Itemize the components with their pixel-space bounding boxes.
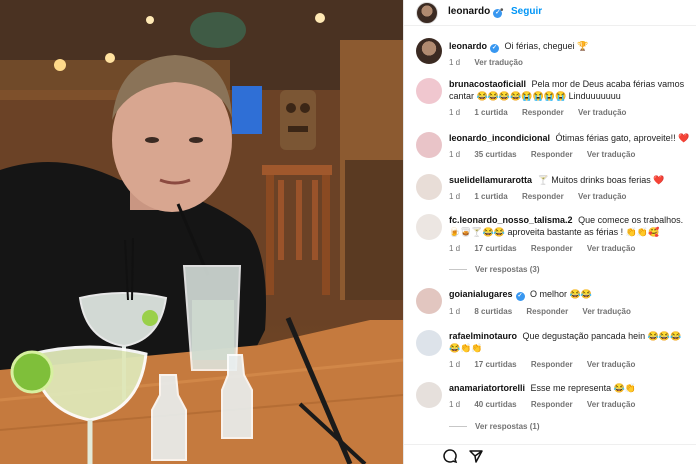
reply-button[interactable]: Responder bbox=[531, 400, 573, 409]
post-photo bbox=[0, 0, 403, 464]
post-header: leonardo ✓ • Seguir bbox=[404, 0, 696, 26]
reply-button[interactable]: Responder bbox=[522, 192, 564, 201]
avatar[interactable] bbox=[416, 214, 442, 240]
comment-username[interactable]: brunacostaoficiall bbox=[449, 79, 526, 89]
avatar[interactable] bbox=[416, 2, 438, 24]
likes-count[interactable]: 1 curtida bbox=[474, 108, 507, 117]
likes-count[interactable]: 40 curtidas bbox=[474, 400, 516, 409]
light-bulb bbox=[105, 53, 115, 63]
comment-text: 🍸 Muitos drinks boas ferias ❤️ bbox=[537, 175, 665, 185]
header-username[interactable]: leonardo ✓ bbox=[448, 6, 503, 18]
avatar[interactable] bbox=[416, 78, 442, 104]
translate-button[interactable]: Ver tradução bbox=[587, 360, 635, 369]
verified-badge-icon: ✓ bbox=[490, 44, 500, 53]
caption-time: 1 d bbox=[449, 58, 461, 67]
comment-time: 1 d bbox=[449, 192, 461, 201]
avatar[interactable] bbox=[416, 174, 442, 200]
comment-username[interactable]: anamariatortorelli bbox=[449, 383, 525, 393]
replies-line bbox=[449, 269, 467, 271]
avatar[interactable] bbox=[416, 38, 442, 64]
comment-icon[interactable] bbox=[442, 448, 458, 464]
comment-text: O melhor 😂😂 bbox=[530, 289, 592, 299]
reply-button[interactable]: Responder bbox=[526, 307, 568, 316]
comment-time: 1 d bbox=[449, 307, 461, 316]
caption-username[interactable]: leonardo ✓ bbox=[449, 41, 500, 53]
translate-button[interactable]: Ver tradução bbox=[578, 192, 626, 201]
separator-dot: • bbox=[500, 5, 504, 16]
view-replies-button[interactable]: Ver respostas (3) bbox=[449, 265, 539, 274]
wall-sign bbox=[190, 12, 246, 48]
avatar[interactable] bbox=[416, 382, 442, 408]
comment-username[interactable]: leonardo_incondicional bbox=[449, 133, 550, 143]
avatar[interactable] bbox=[416, 330, 442, 356]
reply-button[interactable]: Responder bbox=[531, 244, 573, 253]
translate-button[interactable]: Ver tradução bbox=[587, 400, 635, 409]
reply-button[interactable]: Responder bbox=[531, 360, 573, 369]
comment-username[interactable]: fc.leonardo_nosso_talisma.2 bbox=[449, 215, 573, 225]
likes-count[interactable]: 35 curtidas bbox=[474, 150, 516, 159]
translate-button[interactable]: Ver tradução bbox=[578, 108, 626, 117]
translate-button[interactable]: Ver tradução bbox=[474, 58, 522, 67]
replies-line bbox=[449, 426, 467, 428]
view-replies-button[interactable]: Ver respostas (1) bbox=[449, 422, 539, 431]
caption-text: Oi férias, cheguei 🏆 bbox=[504, 41, 589, 51]
comment-text: Esse me representa 😂👏 bbox=[530, 383, 636, 393]
comments-panel: leonardo ✓ • Seguir leonardo ✓ Oi férias, … bbox=[403, 0, 696, 464]
light-bulb bbox=[54, 59, 66, 71]
likes-count[interactable]: 17 curtidas bbox=[474, 244, 516, 253]
translate-button[interactable]: Ver tradução bbox=[587, 150, 635, 159]
follow-button[interactable]: Seguir bbox=[511, 6, 542, 17]
comment-time: 1 d bbox=[449, 360, 461, 369]
reply-button[interactable]: Responder bbox=[522, 108, 564, 117]
likes-count[interactable]: 8 curtidas bbox=[474, 307, 512, 316]
comment-time: 1 d bbox=[449, 244, 461, 253]
avatar[interactable] bbox=[416, 288, 442, 314]
translate-button[interactable]: Ver tradução bbox=[587, 244, 635, 253]
share-icon[interactable] bbox=[468, 448, 484, 464]
avatar[interactable] bbox=[416, 132, 442, 158]
chair-back bbox=[262, 165, 332, 175]
tiki-mask bbox=[280, 90, 316, 150]
likes-count[interactable]: 17 curtidas bbox=[474, 360, 516, 369]
comment-text: Ótimas férias gato, aproveite!! ❤️ bbox=[555, 133, 690, 143]
light-bulb bbox=[315, 13, 325, 23]
comment-username[interactable]: goianialugares ✓ bbox=[449, 289, 525, 301]
likes-count[interactable]: 1 curtida bbox=[474, 192, 507, 201]
comment-time: 1 d bbox=[449, 400, 461, 409]
comment-time: 1 d bbox=[449, 108, 461, 117]
action-bar bbox=[404, 444, 696, 464]
tv-screen bbox=[232, 86, 262, 134]
lime-slice bbox=[10, 350, 54, 394]
verified-badge-icon: ✓ bbox=[515, 292, 525, 301]
reply-button[interactable]: Responder bbox=[531, 150, 573, 159]
translate-button[interactable]: Ver tradução bbox=[582, 307, 630, 316]
light-bulb bbox=[146, 16, 154, 24]
photo-scene bbox=[0, 0, 403, 464]
comment-username[interactable]: rafaelminotauro bbox=[449, 331, 517, 341]
comment-time: 1 d bbox=[449, 150, 461, 159]
comment-username[interactable]: suelidellamurarotta bbox=[449, 175, 532, 185]
